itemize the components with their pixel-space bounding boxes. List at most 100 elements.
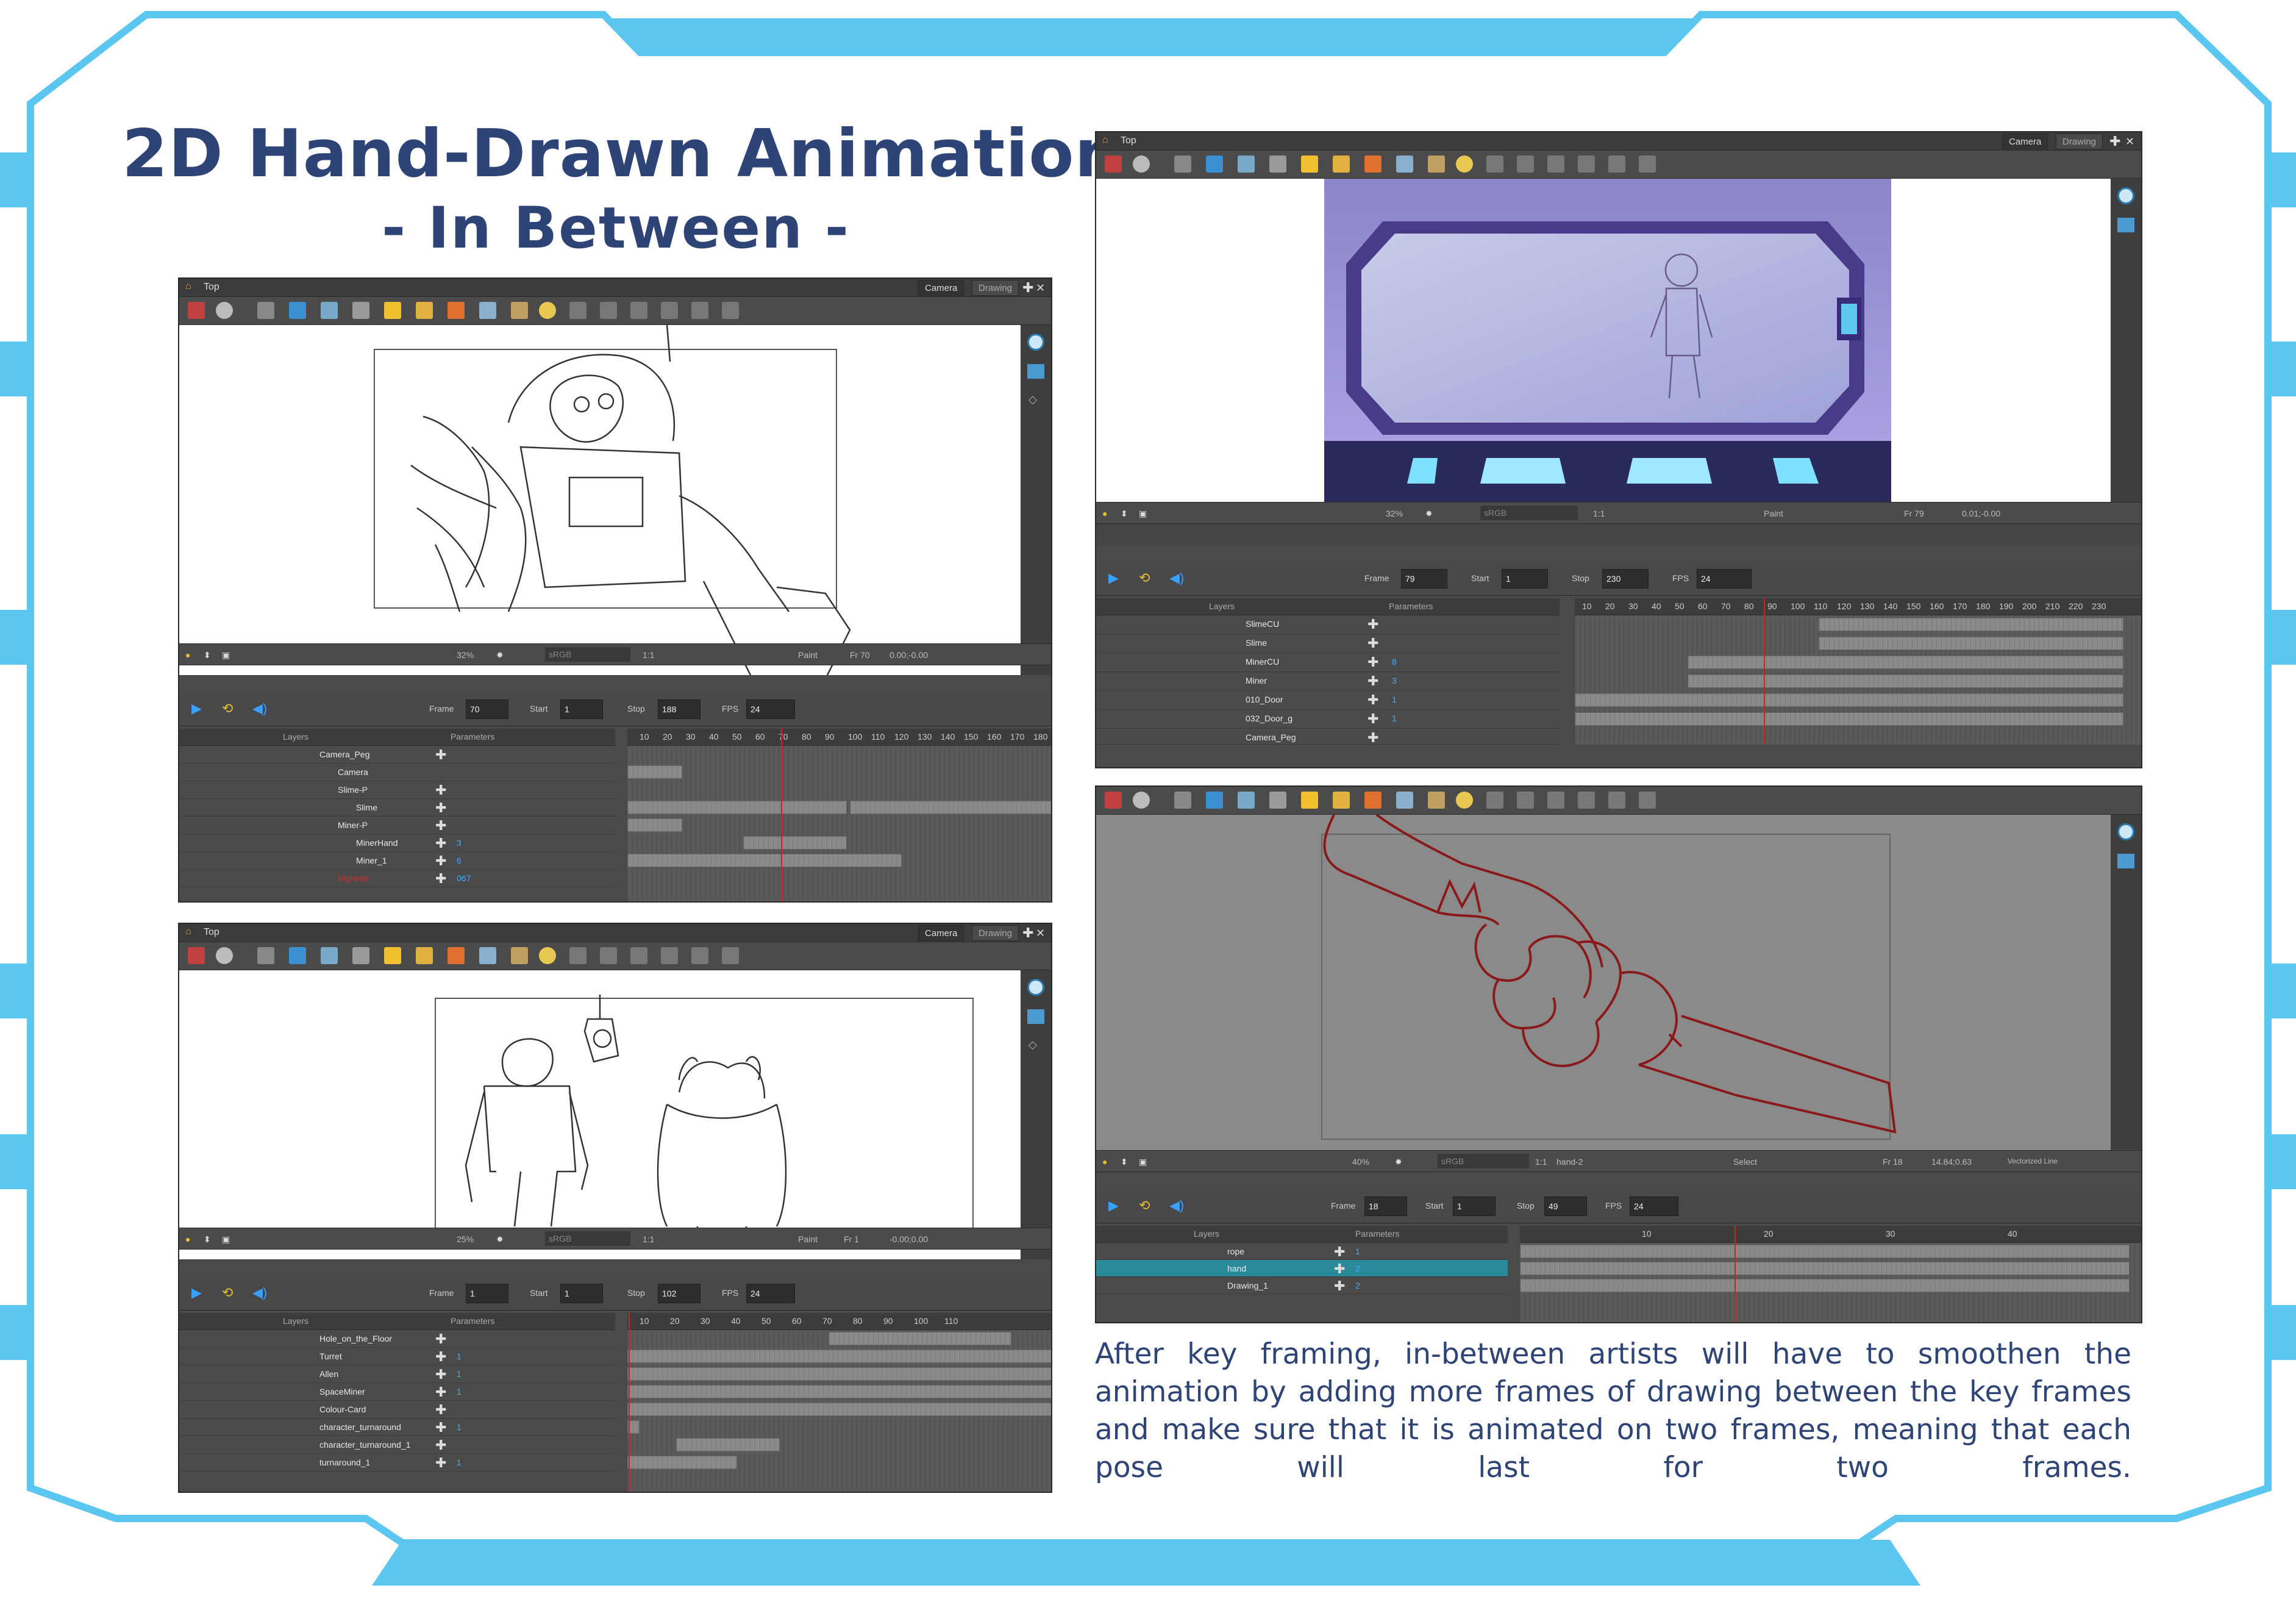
start-field[interactable]: 1 [1502, 569, 1548, 588]
play-icon[interactable]: ▶ [191, 701, 202, 717]
start-field[interactable]: 1 [560, 699, 603, 719]
lock-icon[interactable] [384, 947, 401, 964]
zoom-level[interactable]: 32% [1386, 509, 1403, 518]
loop-icon[interactable]: ⟲ [1139, 1198, 1150, 1214]
home-icon[interactable]: ⌂ [185, 926, 191, 937]
add-parameter-icon[interactable]: ✚ [1334, 1244, 1345, 1260]
zoom-level[interactable]: 40% [1352, 1157, 1369, 1167]
onion-skin-icon[interactable] [352, 947, 369, 964]
layer-name[interactable]: Camera_Peg [1246, 732, 1296, 742]
tab-drawing[interactable]: Drawing [2056, 134, 2103, 149]
field-chart-icon[interactable] [321, 302, 338, 319]
pen-icon[interactable] [1486, 792, 1503, 809]
brush-icon[interactable] [447, 302, 465, 319]
field-chart-icon[interactable] [321, 947, 338, 964]
add-parameter-icon[interactable]: ✚ [435, 1331, 446, 1347]
eye-icon[interactable] [1027, 334, 1044, 351]
layer-row[interactable]: Turret ✚ 1 [179, 1348, 615, 1365]
add-parameter-icon[interactable]: ✚ [435, 1384, 446, 1400]
drawing-exposure[interactable] [1819, 618, 2123, 631]
add-parameter-icon[interactable]: ✚ [435, 1402, 446, 1418]
transform-tool-icon[interactable] [1105, 792, 1122, 809]
drawing-exposure[interactable] [627, 1403, 1051, 1416]
drawing-exposure[interactable] [1688, 656, 2123, 669]
frame-ruler[interactable]: 10 20 30 40 50 60 70 80 90 100 110 120 130 140 150 160 1… [1575, 598, 2141, 615]
drawing-exposure[interactable] [1520, 1245, 2130, 1258]
layer-row[interactable]: rope ✚ 1 [1096, 1243, 1508, 1260]
bulb-status-icon[interactable]: ● [1102, 509, 1107, 518]
add-parameter-icon[interactable]: ✚ [1334, 1278, 1345, 1294]
stroke-icon[interactable] [1578, 156, 1595, 173]
close-view-icon[interactable]: ✕ [1036, 282, 1045, 295]
add-view-icon[interactable]: ✚ [1022, 280, 1033, 296]
pen-icon[interactable] [569, 302, 586, 319]
keyframe-cell[interactable] [627, 765, 682, 779]
layer-name[interactable]: Allen [319, 1369, 338, 1379]
layer-name[interactable]: character_turnaround_1 [319, 1440, 410, 1450]
eye-icon[interactable] [2117, 823, 2134, 840]
layer-row[interactable]: Drawing_1 ✚ 2 [1096, 1277, 1508, 1294]
pen-icon[interactable] [569, 947, 586, 964]
gear-status-icon[interactable]: ✸ [496, 650, 504, 660]
eraser-icon[interactable] [1517, 792, 1534, 809]
grid-icon[interactable] [257, 302, 274, 319]
frame-field[interactable]: 1 [466, 1284, 508, 1303]
zoom-level[interactable]: 32% [457, 650, 474, 660]
field-chart-icon[interactable] [1238, 156, 1255, 173]
settings-gear-icon[interactable] [1133, 792, 1150, 809]
layer-name[interactable]: MinerCU [1246, 657, 1279, 667]
keyframe-cell[interactable] [627, 818, 682, 832]
loop-icon[interactable]: ⟲ [222, 701, 233, 717]
layer-row[interactable]: character_turnaround_1 ✚ [179, 1436, 615, 1454]
drawing-canvas[interactable] [1096, 815, 2111, 1150]
sound-icon[interactable]: ◀) [252, 701, 267, 717]
drawing-exposure[interactable] [1520, 1279, 2130, 1292]
paint-icon[interactable] [1547, 156, 1564, 173]
layer-name[interactable]: rope [1227, 1247, 1244, 1256]
sound-icon[interactable]: ◀) [1169, 1198, 1184, 1214]
line-icon[interactable] [1396, 792, 1413, 809]
light-table-icon[interactable] [511, 947, 528, 964]
fps-field[interactable]: 24 [746, 699, 795, 719]
start-field[interactable]: 1 [1453, 1197, 1496, 1216]
deform-icon[interactable] [691, 302, 708, 319]
play-icon[interactable]: ▶ [191, 1285, 202, 1301]
layer-row[interactable]: 032_Door_g ✚ 1 [1096, 710, 1560, 729]
lock-all-icon[interactable] [416, 947, 433, 964]
layer-name[interactable]: 032_Door_g [1246, 714, 1292, 723]
drawing-canvas[interactable] [1096, 179, 2111, 502]
sound-icon[interactable]: ◀) [1169, 570, 1184, 586]
add-parameter-icon[interactable]: ✚ [435, 1349, 446, 1365]
paint-icon[interactable] [1547, 792, 1564, 809]
add-view-icon[interactable]: ✚ [2109, 134, 2120, 149]
bulb-icon[interactable] [1456, 156, 1473, 173]
grid-icon[interactable] [1174, 792, 1191, 809]
tab-drawing[interactable]: Drawing [972, 925, 1019, 941]
bulb-status-icon[interactable]: ● [185, 650, 190, 660]
layers-icon[interactable] [2117, 218, 2134, 232]
layer-name[interactable]: MinerHand [356, 838, 398, 848]
layer-row[interactable]: Camera [179, 764, 615, 781]
add-parameter-icon[interactable]: ✚ [435, 1420, 446, 1436]
drawing-exposure[interactable] [627, 1385, 1051, 1398]
drawing-exposure[interactable] [627, 1367, 1051, 1381]
layer-row[interactable]: character_turnaround ✚ 1 [179, 1418, 615, 1436]
stop-field[interactable]: 102 [658, 1284, 701, 1303]
playhead[interactable] [781, 729, 782, 901]
frame-ruler[interactable]: 10 20 30 40 50 60 70 80 90 100 110 120 130 140 150 160 1… [627, 729, 1051, 746]
bulb-status-icon[interactable]: ● [1102, 1157, 1107, 1167]
drawing-canvas[interactable] [179, 970, 1021, 1263]
add-parameter-icon[interactable]: ✚ [1367, 711, 1378, 727]
eraser-icon[interactable] [600, 302, 617, 319]
breadcrumb[interactable]: Top [1121, 135, 1136, 146]
layer-name[interactable]: Colour-Card [319, 1404, 366, 1414]
layer-name[interactable]: Slime [356, 803, 377, 812]
layer-row[interactable]: Camera_Peg ✚ [1096, 729, 1560, 745]
layer-name[interactable]: character_turnaround [319, 1422, 401, 1432]
safe-area-icon[interactable] [1206, 156, 1223, 173]
layer-name[interactable]: SpaceMiner [319, 1387, 365, 1397]
color-space-select[interactable]: sRGB [1480, 506, 1578, 520]
lock-all-icon[interactable] [416, 302, 433, 319]
eraser-icon[interactable] [1517, 156, 1534, 173]
add-parameter-icon[interactable]: ✚ [435, 871, 446, 887]
